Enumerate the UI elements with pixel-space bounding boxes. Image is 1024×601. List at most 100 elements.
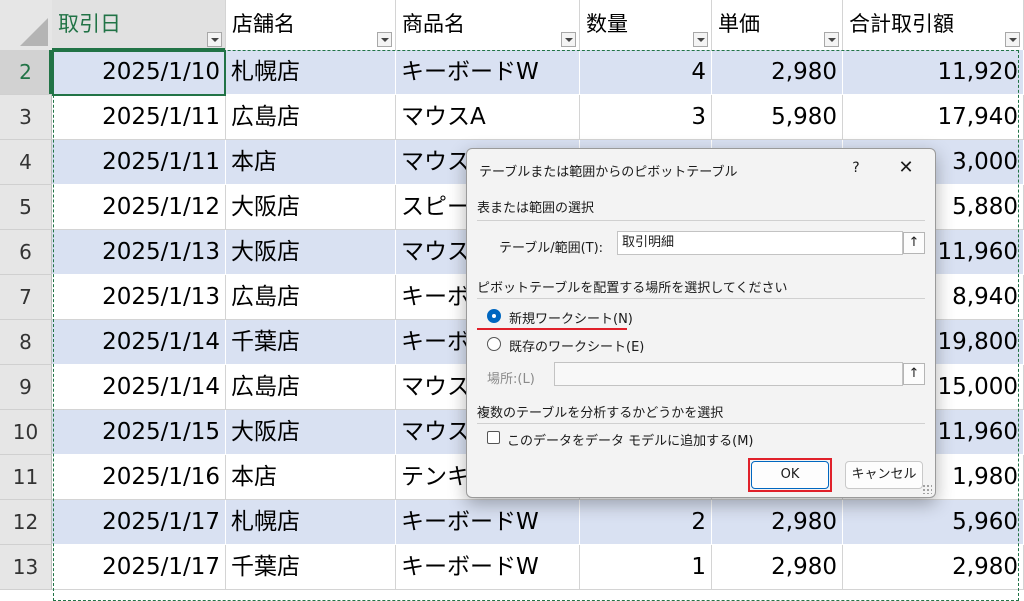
table-cell[interactable]: 2025/1/11 xyxy=(52,95,226,140)
column-header[interactable]: 取引日 xyxy=(52,0,226,51)
location-collapse-icon[interactable]: ↑ xyxy=(903,363,925,385)
divider xyxy=(477,220,925,221)
table-cell[interactable]: 2025/1/12 xyxy=(52,185,226,230)
table-cell[interactable]: 2,980 xyxy=(712,500,843,545)
table-cell[interactable]: 2025/1/17 xyxy=(52,545,226,590)
filter-dropdown-icon[interactable] xyxy=(377,32,392,47)
row-header[interactable]: 5 xyxy=(0,185,52,230)
row-header[interactable]: 6 xyxy=(0,230,52,275)
row-header[interactable]: 8 xyxy=(0,320,52,365)
table-cell[interactable]: 3 xyxy=(580,95,712,140)
table-cell[interactable]: 2025/1/14 xyxy=(52,365,226,410)
table-cell[interactable]: 2,980 xyxy=(712,545,843,590)
pivot-table-dialog: テーブルまたは範囲からのピボットテーブル ? ✕ 表または範囲の選択 テーブル/… xyxy=(466,148,936,498)
table-cell[interactable]: 本店 xyxy=(226,140,396,185)
table-cell[interactable]: 2025/1/17 xyxy=(52,500,226,545)
row-header[interactable]: 12 xyxy=(0,500,52,545)
table-cell[interactable]: 4 xyxy=(580,50,712,95)
column-header[interactable]: 商品名 xyxy=(396,0,580,50)
ok-button[interactable]: OK xyxy=(751,461,829,489)
table-cell[interactable]: 大阪店 xyxy=(226,230,396,275)
table-cell[interactable]: 広島店 xyxy=(226,275,396,320)
range-collapse-icon[interactable]: ↑ xyxy=(903,232,925,254)
row-header[interactable]: 7 xyxy=(0,275,52,320)
table-cell[interactable]: 17,940 xyxy=(843,95,1024,140)
dialog-title: テーブルまたは範囲からのピボットテーブル xyxy=(479,165,738,180)
datamodel-checkbox-label[interactable]: このデータをデータ モデルに追加する(M) xyxy=(507,430,754,449)
row-header[interactable]: 13 xyxy=(0,545,52,590)
filter-dropdown-icon[interactable] xyxy=(693,32,708,47)
table-cell[interactable]: キーボードW xyxy=(396,50,580,95)
column-header[interactable]: 単価 xyxy=(712,0,843,50)
column-header[interactable]: 店舗名 xyxy=(226,0,396,50)
table-cell[interactable]: キーボードW xyxy=(396,500,580,545)
select-all-corner[interactable] xyxy=(0,0,53,50)
column-header-label: 合計取引額 xyxy=(849,12,954,36)
table-cell[interactable]: 2025/1/14 xyxy=(52,320,226,365)
column-header-label: 店舗名 xyxy=(232,12,295,36)
table-cell[interactable]: 2025/1/13 xyxy=(52,230,226,275)
radio-existing-worksheet-label[interactable]: 既存のワークシート(E) xyxy=(509,336,644,355)
datamodel-checkbox[interactable] xyxy=(487,431,500,444)
highlight-underline xyxy=(477,328,627,330)
filter-dropdown-icon[interactable] xyxy=(824,32,839,47)
table-cell[interactable]: 札幌店 xyxy=(226,50,396,95)
range-label: テーブル/範囲(T): xyxy=(499,241,604,256)
row-header[interactable]: 9 xyxy=(0,365,52,410)
location-label: 場所:(L) xyxy=(487,372,535,387)
table-cell[interactable]: 2025/1/15 xyxy=(52,410,226,455)
column-header[interactable]: 数量 xyxy=(580,0,712,50)
row-header[interactable]: 11 xyxy=(0,455,52,500)
table-cell[interactable]: 札幌店 xyxy=(226,500,396,545)
table-cell[interactable]: 5,980 xyxy=(712,95,843,140)
filter-dropdown-icon[interactable] xyxy=(1005,32,1020,47)
divider xyxy=(477,298,925,299)
table-cell[interactable]: 広島店 xyxy=(226,95,396,140)
table-cell[interactable]: 2,980 xyxy=(712,50,843,95)
table-cell[interactable]: 2025/1/11 xyxy=(52,140,226,185)
location-input[interactable] xyxy=(554,362,903,386)
column-header-label: 数量 xyxy=(586,12,628,36)
table-cell[interactable]: マウスA xyxy=(396,95,580,140)
section-range-heading: 表または範囲の選択 xyxy=(477,201,595,216)
radio-new-worksheet[interactable] xyxy=(487,309,501,323)
table-cell[interactable]: 11,920 xyxy=(843,50,1024,95)
table-header-row: 取引日 店舗名 商品名 数量 単価 合計取引額 xyxy=(0,0,1024,51)
table-cell[interactable]: キーボードW xyxy=(396,545,580,590)
table-cell[interactable]: 広島店 xyxy=(226,365,396,410)
table-cell[interactable]: 大阪店 xyxy=(226,410,396,455)
column-header-label: 商品名 xyxy=(402,12,465,36)
range-input[interactable]: 取引明細 xyxy=(617,231,903,255)
table-cell[interactable]: 千葉店 xyxy=(226,545,396,590)
table-cell[interactable]: 5,960 xyxy=(843,500,1024,545)
column-header[interactable]: 合計取引額 xyxy=(843,0,1024,50)
row-header[interactable]: 4 xyxy=(0,140,52,185)
row-header[interactable]: 2 xyxy=(0,50,52,95)
row-header[interactable]: 3 xyxy=(0,95,52,140)
filter-dropdown-icon[interactable] xyxy=(561,32,576,47)
row-header[interactable]: 10 xyxy=(0,410,52,455)
table-cell[interactable]: 2025/1/13 xyxy=(52,275,226,320)
radio-existing-worksheet[interactable] xyxy=(487,337,501,351)
column-header-label: 取引日 xyxy=(58,12,121,36)
column-header-label: 単価 xyxy=(718,12,760,36)
table-row: 2025/1/17 札幌店 キーボードW 2 2,980 5,960 xyxy=(52,500,1024,545)
table-cell[interactable]: 1 xyxy=(580,545,712,590)
table-row: 2025/1/17 千葉店 キーボードW 1 2,980 2,980 xyxy=(52,545,1024,590)
table-cell[interactable]: 大阪店 xyxy=(226,185,396,230)
table-cell[interactable]: 2 xyxy=(580,500,712,545)
table-cell[interactable]: 本店 xyxy=(226,455,396,500)
cancel-button[interactable]: キャンセル xyxy=(845,461,923,489)
table-cell[interactable]: 2,980 xyxy=(843,545,1024,590)
resize-grip-icon[interactable] xyxy=(922,484,932,494)
table-cell[interactable]: 2025/1/10 xyxy=(52,50,226,95)
table-cell[interactable]: 2025/1/16 xyxy=(52,455,226,500)
table-cell[interactable]: 千葉店 xyxy=(226,320,396,365)
radio-new-worksheet-label[interactable]: 新規ワークシート(N) xyxy=(509,308,633,327)
help-button[interactable]: ? xyxy=(845,158,867,178)
close-icon[interactable]: ✕ xyxy=(895,157,917,179)
section-multi-table-heading: 複数のテーブルを分析するかどうかを選択 xyxy=(477,406,724,421)
table-row: 2025/1/11 広島店 マウスA 3 5,980 17,940 xyxy=(52,95,1024,140)
section-location-heading: ピボットテーブルを配置する場所を選択してください xyxy=(477,281,788,296)
filter-dropdown-icon[interactable] xyxy=(207,32,222,47)
